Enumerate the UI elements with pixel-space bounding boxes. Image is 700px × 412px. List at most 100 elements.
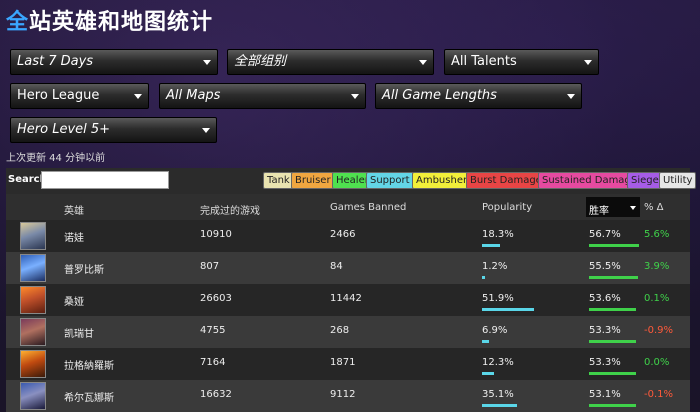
sort-desc-icon <box>630 206 636 210</box>
chevron-down-icon <box>351 94 359 99</box>
group-label: 全部组别 <box>234 54 287 69</box>
chevron-down-icon <box>202 128 210 133</box>
winrate-bar <box>589 244 639 247</box>
games-banned: 2466 <box>330 229 356 240</box>
popularity-value: 51.9% <box>482 293 514 304</box>
hero-name[interactable]: 希尔瓦娜斯 <box>64 389 114 404</box>
chevron-down-icon <box>567 94 575 99</box>
winrate-value: 53.3% <box>589 357 621 368</box>
search-input[interactable] <box>41 171 169 189</box>
hero-level-dropdown[interactable]: Hero Level 5+ <box>10 117 217 143</box>
hero-name[interactable]: 拉格納羅斯 <box>64 357 114 372</box>
table-row[interactable]: 凯瑞甘 4755 268 6.9% 53.3% -0.9% <box>6 316 690 348</box>
table-row[interactable]: 普罗比斯 807 84 1.2% 55.5% 3.9% <box>6 252 690 284</box>
game-lengths-label: All Game Lengths <box>382 88 497 103</box>
games-played: 26603 <box>200 293 232 304</box>
group-dropdown[interactable]: 全部组别 <box>227 49 434 75</box>
chevron-down-icon <box>584 60 592 65</box>
hero-level-label: Hero Level 5+ <box>17 122 111 137</box>
maps-dropdown[interactable]: All Maps <box>159 83 366 109</box>
league-dropdown[interactable]: Hero League <box>10 83 149 109</box>
winrate-value: 56.7% <box>589 229 621 240</box>
hero-stats-table: 英雄 完成过的游戏 Games Banned Popularity 胜率 % Δ… <box>6 194 690 412</box>
sonya-portrait[interactable] <box>20 286 46 314</box>
popularity-value: 1.2% <box>482 261 508 272</box>
popularity-value: 18.3% <box>482 229 514 240</box>
popularity-bar <box>482 308 534 311</box>
chevron-down-icon <box>134 94 142 99</box>
talents-label: All Talents <box>451 54 517 69</box>
hero-name[interactable]: 诺娃 <box>64 229 84 244</box>
ragnaros-portrait[interactable] <box>20 350 46 378</box>
popularity-bar <box>482 404 517 407</box>
talents-dropdown[interactable]: All Talents <box>444 49 599 75</box>
hero-name[interactable]: 普罗比斯 <box>64 261 104 276</box>
role-filter-sustained-damage[interactable]: Sustained Damage <box>538 172 641 189</box>
chevron-down-icon <box>419 60 427 65</box>
nova-portrait[interactable] <box>20 222 46 250</box>
popularity-bar <box>482 276 485 279</box>
role-filter-tank[interactable]: Tank <box>263 172 294 189</box>
popularity-value: 35.1% <box>482 389 514 400</box>
winrate-value: 53.6% <box>589 293 621 304</box>
winrate-value: 55.5% <box>589 261 621 272</box>
popularity-bar <box>482 340 489 343</box>
table-row[interactable]: 拉格納羅斯 7164 1871 12.3% 53.3% 0.0% <box>6 348 690 380</box>
games-played: 4755 <box>200 325 226 336</box>
games-banned: 9112 <box>330 389 356 400</box>
delta-value: 3.9% <box>644 261 670 272</box>
delta-value: 0.1% <box>644 293 670 304</box>
games-banned: 11442 <box>330 293 362 304</box>
popularity-bar <box>482 372 494 375</box>
filter-bar: Search: Tank Bruiser Healer Support Ambusher… <box>6 168 697 194</box>
games-banned: 84 <box>330 261 343 272</box>
winrate-bar <box>589 308 636 311</box>
table-header: 英雄 完成过的游戏 Games Banned Popularity 胜率 % Δ <box>6 194 690 220</box>
games-banned: 1871 <box>330 357 356 368</box>
winrate-bar <box>589 404 636 407</box>
kerrigan-portrait[interactable] <box>20 318 46 346</box>
winrate-value: 53.3% <box>589 325 621 336</box>
col-games[interactable]: 完成过的游戏 <box>200 202 260 217</box>
delta-value: -0.9% <box>644 325 674 336</box>
winrate-bar <box>589 372 636 375</box>
table-row[interactable]: 桑娅 26603 11442 51.9% 53.6% 0.1% <box>6 284 690 316</box>
role-filter-bruiser[interactable]: Bruiser <box>291 172 335 189</box>
delta-value: 5.6% <box>644 229 670 240</box>
role-filter-support[interactable]: Support <box>366 172 414 189</box>
game-lengths-dropdown[interactable]: All Game Lengths <box>375 83 582 109</box>
probius-portrait[interactable] <box>20 254 46 282</box>
role-filter-ambusher[interactable]: Ambusher <box>412 172 472 189</box>
table-row[interactable]: 诺娃 10910 2466 18.3% 56.7% 5.6% <box>6 220 690 252</box>
hero-name[interactable]: 凯瑞甘 <box>64 325 94 340</box>
games-banned: 268 <box>330 325 350 336</box>
role-filter-utility[interactable]: Utility <box>659 172 697 189</box>
table-row[interactable]: 希尔瓦娜斯 16632 9112 35.1% 53.1% -0.1% <box>6 380 690 412</box>
col-winrate-label: 胜率 <box>589 206 609 217</box>
col-banned[interactable]: Games Banned <box>330 202 406 213</box>
winrate-bar <box>589 340 636 343</box>
sylvanas-portrait[interactable] <box>20 382 46 410</box>
games-played: 16632 <box>200 389 232 400</box>
delta-value: -0.1% <box>644 389 674 400</box>
role-filter-burst-damage[interactable]: Burst Damage <box>466 172 546 189</box>
winrate-bar <box>589 276 638 279</box>
col-winrate-sorted[interactable]: 胜率 <box>586 197 640 217</box>
time-range-dropdown[interactable]: Last 7 Days <box>10 49 218 75</box>
last-updated-text: 上次更新 44 分钟以前 <box>6 153 106 164</box>
col-hero[interactable]: 英雄 <box>64 202 84 217</box>
col-delta[interactable]: % Δ <box>644 202 664 213</box>
league-label: Hero League <box>17 88 100 103</box>
popularity-bar <box>482 244 500 247</box>
hero-name[interactable]: 桑娅 <box>64 293 84 308</box>
role-filter-siege[interactable]: Siege <box>627 172 663 189</box>
popularity-value: 12.3% <box>482 357 514 368</box>
games-played: 7164 <box>200 357 226 368</box>
winrate-value: 53.1% <box>589 389 621 400</box>
maps-label: All Maps <box>166 88 221 103</box>
games-played: 10910 <box>200 229 232 240</box>
delta-value: 0.0% <box>644 357 670 368</box>
chevron-down-icon <box>203 60 211 65</box>
page-title: 全站英雄和地图统计 <box>6 10 214 35</box>
col-popularity[interactable]: Popularity <box>482 202 532 213</box>
